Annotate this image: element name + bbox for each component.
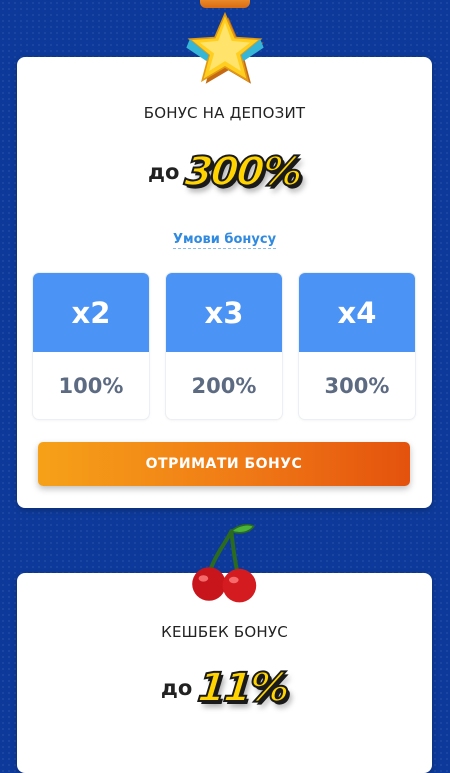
tier-multiplier: x4	[299, 273, 415, 352]
tier-percent: 200%	[191, 373, 257, 398]
bonus-tiers: x2 100% x3 200% x4 300%	[33, 273, 416, 419]
cashback-bonus-value: 11%	[195, 664, 292, 712]
tier-multiplier: x2	[33, 273, 149, 352]
cashback-bonus-headline: до11%	[17, 664, 432, 712]
deposit-bonus-card: БОНУС НА ДЕПОЗИТ до300% Умови бонусу x2 …	[17, 11, 432, 508]
tier-multiplier: x3	[166, 273, 282, 352]
bonus-tier-x4[interactable]: x4 300%	[299, 273, 415, 419]
cashback-bonus-title: КЕШБЕК БОНУС	[161, 623, 288, 641]
bonus-terms-link[interactable]: Умови бонусу	[172, 232, 277, 249]
top-ribbon-decoration	[200, 0, 250, 8]
cashback-bonus-card: КЕШБЕК БОНУС до11%	[17, 524, 432, 773]
deposit-bonus-title: БОНУС НА ДЕПОЗИТ	[143, 104, 306, 122]
bonus-terms-link-row: Умови бонусу	[17, 230, 432, 249]
get-bonus-button[interactable]: ОТРИМАТИ БОНУС	[38, 442, 410, 486]
deposit-bonus-value: 300%	[182, 148, 304, 196]
headline-prefix: до	[148, 160, 180, 184]
deposit-bonus-headline: до300%	[17, 148, 432, 196]
tier-percent: 300%	[324, 373, 390, 398]
bonus-tier-x2[interactable]: x2 100%	[33, 273, 149, 419]
star-icon	[185, 11, 264, 84]
headline-prefix: до	[160, 676, 193, 700]
cherry-icon	[191, 524, 256, 603]
bonus-tier-x3[interactable]: x3 200%	[166, 273, 282, 419]
tier-percent: 100%	[58, 373, 124, 398]
